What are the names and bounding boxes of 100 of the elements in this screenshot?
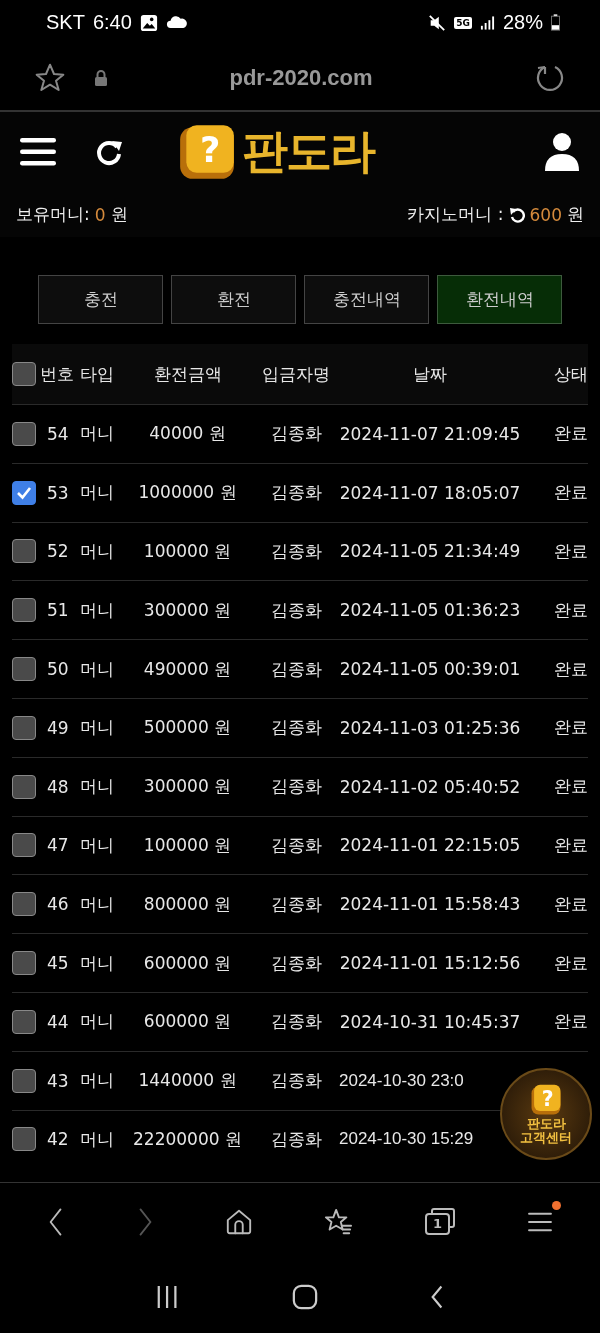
home-icon[interactable]: [224, 1207, 253, 1236]
network-label: 5G: [454, 16, 472, 29]
checkbox[interactable]: [12, 539, 36, 564]
table-cell-text: 100000 원: [142, 540, 233, 563]
table-cell-text: 완료: [553, 540, 588, 563]
checkbox[interactable]: [12, 657, 36, 682]
checkbox[interactable]: [12, 715, 36, 740]
table-cell-text: 600000 원: [142, 951, 233, 975]
cloud-icon: [165, 16, 188, 29]
checkbox[interactable]: [12, 1009, 36, 1034]
table-cell-text: 490000 원: [142, 657, 233, 681]
checkbox[interactable]: [12, 774, 36, 799]
currency-unit: 원: [110, 203, 128, 226]
column-header: 상태: [553, 362, 588, 386]
lock-icon: [94, 68, 108, 87]
user-icon[interactable]: [544, 132, 580, 172]
table-cell-text: 2024-11-01 15:12:56: [338, 953, 522, 974]
table-cell-text: 1000000 원: [137, 481, 238, 505]
url-text[interactable]: pdr-2020.com: [136, 64, 466, 91]
checkbox[interactable]: [12, 421, 36, 446]
table-cell-text: 완료: [553, 657, 588, 681]
table-cell-text: 2024-11-07 18:05:07: [338, 482, 522, 503]
table-cell-text: 김종화: [269, 775, 323, 799]
table-cell-text: 2024-11-05 21:34:49: [338, 541, 522, 562]
holding-money-label: 보유머니:: [16, 203, 90, 226]
refresh-icon[interactable]: [508, 206, 525, 223]
table-cell: 54: [47, 423, 69, 444]
table-cell-text: 2024-11-01 22:15:05: [338, 835, 522, 856]
table-cell-text: 머니: [80, 892, 115, 916]
table-cell-text: 300000 원: [142, 598, 233, 622]
table-cell-text: 2024-10-30 15:29: [338, 1129, 475, 1150]
table-cell-text: 머니: [80, 833, 115, 857]
table-cell-text: 머니: [80, 481, 115, 505]
home-icon[interactable]: [292, 1284, 318, 1310]
table-cell-text: 완료: [553, 833, 588, 857]
table-cell-text: 40000 원: [148, 422, 227, 446]
question-box-icon: ?: [529, 1083, 563, 1117]
menu-icon[interactable]: [20, 137, 56, 167]
menu-icon[interactable]: [526, 1210, 553, 1233]
tab[interactable]: 환전: [171, 275, 296, 324]
battery-percent: 28%: [502, 11, 543, 34]
table-cell-text: 완료: [553, 716, 588, 740]
table-cell: 49: [47, 717, 69, 738]
table-cell-text: 김종화: [269, 422, 323, 446]
table-cell-text: 머니: [80, 951, 115, 975]
table-cell-text: 머니: [80, 775, 115, 799]
carrier-label: SKT: [46, 11, 85, 34]
table-cell: 52: [47, 541, 69, 562]
checkbox[interactable]: [12, 892, 36, 917]
table-cell-text: 2024-11-05 00:39:01: [338, 659, 522, 680]
table-cell-text: 머니: [80, 598, 115, 622]
table-cell-text: 김종화: [269, 1010, 323, 1034]
table-cell-text: 100000 원: [142, 833, 233, 857]
table-cell-text: 김종화: [269, 481, 323, 505]
tab[interactable]: 환전내역: [437, 275, 562, 324]
table-cell: 42: [47, 1129, 69, 1150]
checkbox[interactable]: [12, 1127, 36, 1152]
table-cell-text: 머니: [80, 1010, 115, 1034]
currency-unit: 원: [567, 203, 584, 226]
column-header: 날짜: [412, 362, 448, 386]
signal-icon: [479, 14, 495, 31]
battery-icon: [551, 14, 560, 31]
back-icon[interactable]: [430, 1284, 444, 1310]
table-cell-text: 김종화: [269, 833, 323, 857]
column-header: 환전금액: [152, 362, 223, 386]
column-header: 입금자명: [261, 362, 331, 386]
table-cell-text: 2024-10-31 10:45:37: [338, 1011, 522, 1032]
table-cell-text: 완료: [553, 775, 588, 799]
table-cell-text: 완료: [553, 1010, 588, 1034]
checkbox[interactable]: [12, 362, 36, 386]
checkbox[interactable]: [12, 833, 36, 858]
holding-money-value: 0: [94, 204, 106, 225]
table-cell-text: 김종화: [269, 598, 323, 622]
tab[interactable]: 충전내역: [304, 275, 429, 324]
table-cell-text: 완료: [553, 481, 588, 505]
table-cell-text: 김종화: [269, 1069, 323, 1093]
table-cell-text: 완료: [553, 951, 588, 975]
checkbox[interactable]: [12, 598, 36, 623]
star-icon[interactable]: [34, 61, 66, 94]
table-cell-text: 2024-11-02 05:40:52: [338, 776, 522, 797]
column-header: 타입: [80, 362, 115, 386]
table-cell-text: 김종화: [269, 892, 323, 916]
table-cell-text: 2024-11-03 01:25:36: [338, 717, 522, 738]
table-cell: 44: [47, 1011, 69, 1032]
checkbox[interactable]: [12, 1068, 36, 1093]
table-cell: 48: [47, 776, 69, 797]
star-list-icon[interactable]: [323, 1207, 354, 1236]
table-cell-text: 김종화: [269, 716, 323, 740]
casino-money-value: 600: [529, 204, 562, 225]
table-cell-text: 800000 원: [142, 892, 233, 916]
table-cell: 51: [47, 600, 69, 621]
table-cell-text: 2024-10-30 23:0: [338, 1070, 465, 1091]
checkbox[interactable]: [12, 480, 36, 505]
table-cell-text: 김종화: [269, 951, 323, 975]
table-cell-text: 완료: [553, 892, 588, 916]
mute-icon: [428, 13, 447, 32]
table-cell-text: 300000 원: [142, 775, 233, 799]
support-center-button[interactable]: ? 판도라 고객센터: [500, 1068, 592, 1160]
checkbox[interactable]: [12, 951, 36, 976]
tab[interactable]: 충전: [38, 275, 163, 324]
